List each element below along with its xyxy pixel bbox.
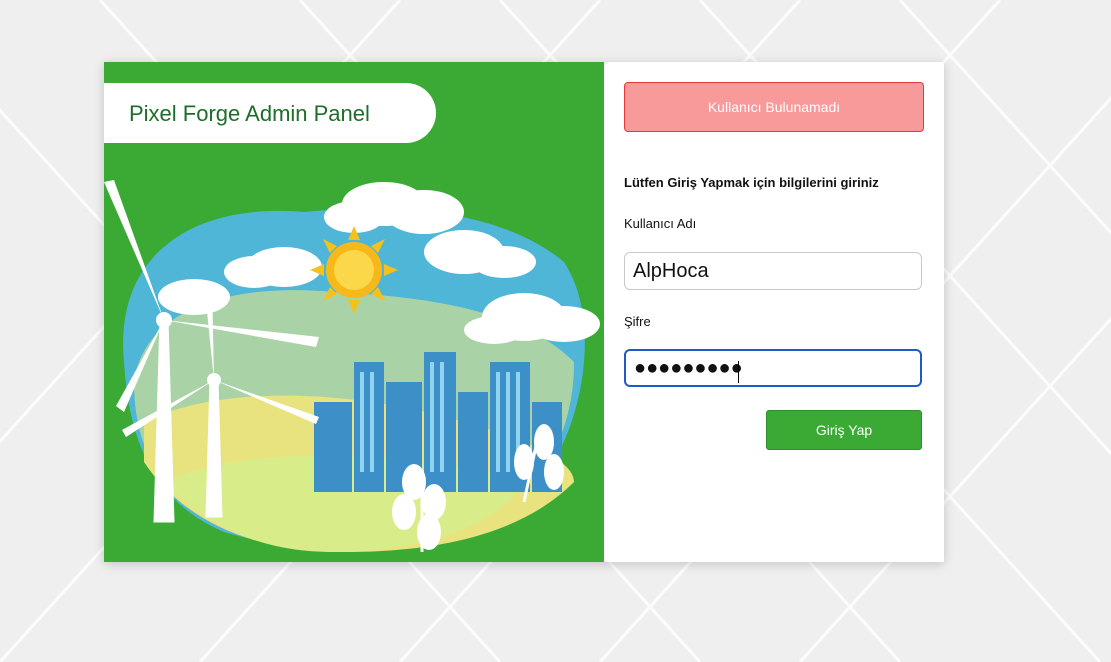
login-card: Pixel Forge Admin Panel Kullanıcı Buluna…: [104, 62, 944, 562]
password-input[interactable]: [624, 349, 922, 387]
login-button[interactable]: Giriş Yap: [766, 410, 922, 450]
login-form-panel: Kullanıcı Bulunamadı Lütfen Giriş Yapmak…: [604, 62, 944, 562]
text-caret: [738, 361, 739, 383]
brand-title: Pixel Forge Admin Panel: [129, 101, 370, 126]
username-label: Kullanıcı Adı: [624, 216, 697, 231]
password-label: Şifre: [624, 314, 651, 329]
username-input[interactable]: [624, 252, 922, 290]
login-prompt: Lütfen Giriş Yapmak için bilgilerini gir…: [624, 175, 879, 190]
brand-banner: Pixel Forge Admin Panel: [104, 83, 436, 143]
error-alert: Kullanıcı Bulunamadı: [624, 82, 924, 132]
illustration-panel: Pixel Forge Admin Panel: [104, 62, 604, 562]
